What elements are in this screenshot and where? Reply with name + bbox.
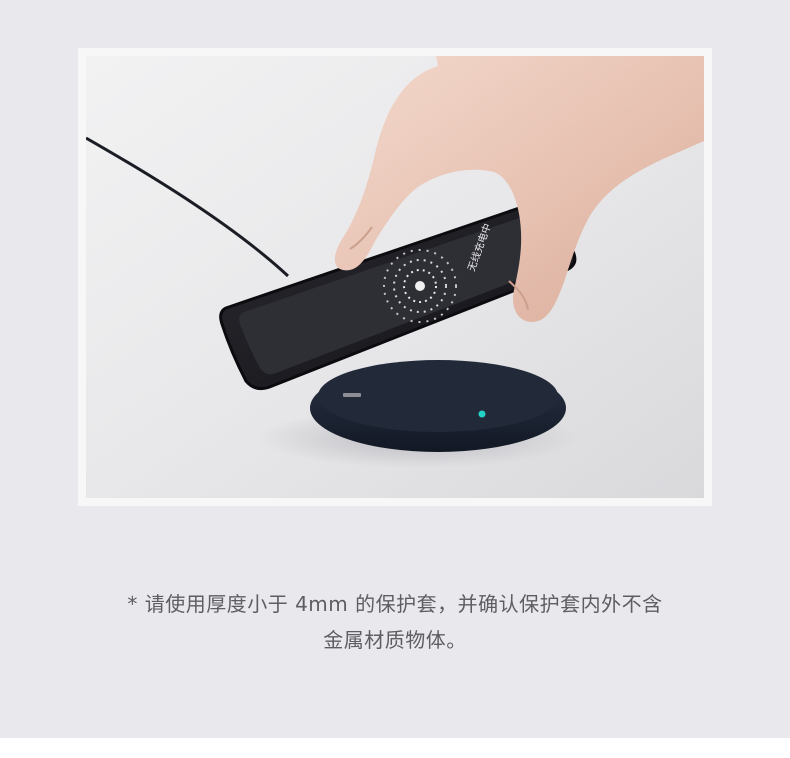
product-photo: 无线充电中 — [86, 56, 704, 498]
wireless-charging-illustration: 无线充电中 — [86, 56, 704, 498]
photo-frame: 无线充电中 — [78, 48, 712, 506]
caption-line-2: 金属材质物体。 — [323, 628, 467, 652]
caption-line-1: * 请使用厚度小于 4mm 的保护套，并确认保护套内外不含 — [127, 592, 663, 616]
indicator-light — [478, 410, 486, 418]
phone-logo — [343, 393, 361, 397]
product-detail-section: 无线充电中 * 请使用厚度小于 4mm 的保护套，并确认保护套内外不含 金属材质… — [0, 0, 790, 738]
bottom-white-strip — [0, 738, 790, 758]
wireless-charger-pad — [310, 360, 566, 452]
caption: * 请使用厚度小于 4mm 的保护套，并确认保护套内外不含 金属材质物体。 — [0, 586, 790, 658]
